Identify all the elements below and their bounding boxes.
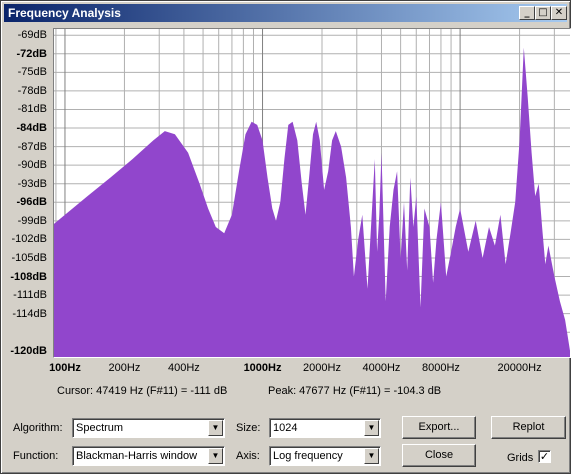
replot-button[interactable]: Replot	[491, 416, 566, 439]
y-tick-label: -102dB	[11, 233, 47, 246]
function-label: Function:	[13, 450, 59, 462]
peak-readout: Peak: 47677 Hz (F#11) = -104.3 dB	[268, 385, 442, 397]
y-tick-label: -90dB	[17, 159, 47, 172]
x-tick-label: 4000Hz	[362, 362, 401, 374]
x-tick-label: 200Hz	[108, 362, 141, 374]
algorithm-select-value: Spectrum	[76, 422, 124, 434]
chevron-down-icon[interactable]: ▼	[208, 448, 223, 464]
x-tick-label: 100Hz	[49, 362, 81, 374]
y-tick-label: -99dB	[17, 214, 47, 227]
frequency-analysis-window: Frequency Analysis _ □ ✕ -69dB -72dB -75dB…	[0, 0, 571, 474]
spectrum-plot[interactable]	[53, 28, 571, 358]
y-tick-label: -96dB	[16, 196, 47, 209]
y-tick-label: -81dB	[17, 103, 47, 116]
axis-label: Axis:	[236, 450, 260, 462]
size-select[interactable]: 1024 ▼	[269, 418, 381, 438]
x-tick-label: 400Hz	[168, 362, 200, 374]
grids-checkbox[interactable]: ✓	[538, 450, 551, 463]
close-window-button[interactable]: ✕	[551, 6, 567, 20]
close-button[interactable]: Close	[402, 444, 476, 467]
maximize-button[interactable]: □	[535, 6, 551, 20]
y-tick-label: -78dB	[17, 84, 47, 97]
title-bar[interactable]: Frequency Analysis _ □ ✕	[4, 4, 567, 22]
algorithm-label: Algorithm:	[13, 422, 63, 434]
y-tick-label: -114dB	[12, 307, 47, 320]
axis-select-value: Log frequency	[273, 450, 343, 462]
y-tick-label: -105dB	[11, 251, 47, 264]
x-tick-label: 2000Hz	[303, 362, 341, 374]
minimize-button[interactable]: _	[519, 6, 535, 20]
cursor-readout: Cursor: 47419 Hz (F#11) = -111 dB	[57, 385, 228, 397]
y-tick-label: -84dB	[16, 122, 47, 135]
chevron-down-icon[interactable]: ▼	[364, 420, 379, 436]
chevron-down-icon[interactable]: ▼	[208, 420, 223, 436]
x-tick-label: 8000Hz	[421, 362, 460, 374]
spectrum-chart[interactable]	[54, 29, 570, 357]
y-tick-label: -108dB	[10, 270, 47, 283]
function-select-value: Blackman-Harris window	[76, 450, 198, 462]
chevron-down-icon[interactable]: ▼	[364, 448, 379, 464]
x-tick-label: 1000Hz	[243, 362, 282, 374]
y-tick-label: -72dB	[16, 47, 47, 60]
algorithm-select[interactable]: Spectrum ▼	[72, 418, 225, 438]
y-tick-label: -111dB	[13, 289, 47, 302]
y-tick-label: -87dB	[17, 140, 47, 153]
y-tick-label: -75dB	[17, 66, 47, 79]
axis-select[interactable]: Log frequency ▼	[269, 446, 381, 466]
y-tick-label: -93dB	[17, 177, 47, 190]
function-select[interactable]: Blackman-Harris window ▼	[72, 446, 225, 466]
y-tick-label: -120dB	[10, 344, 47, 357]
window-title: Frequency Analysis	[8, 6, 121, 20]
grids-label: Grids	[507, 452, 534, 464]
y-tick-label: -69dB	[17, 29, 47, 42]
export-button[interactable]: Export...	[402, 416, 476, 439]
size-label: Size:	[236, 422, 261, 434]
x-tick-label: 20000Hz	[497, 362, 542, 374]
size-select-value: 1024	[273, 422, 298, 434]
